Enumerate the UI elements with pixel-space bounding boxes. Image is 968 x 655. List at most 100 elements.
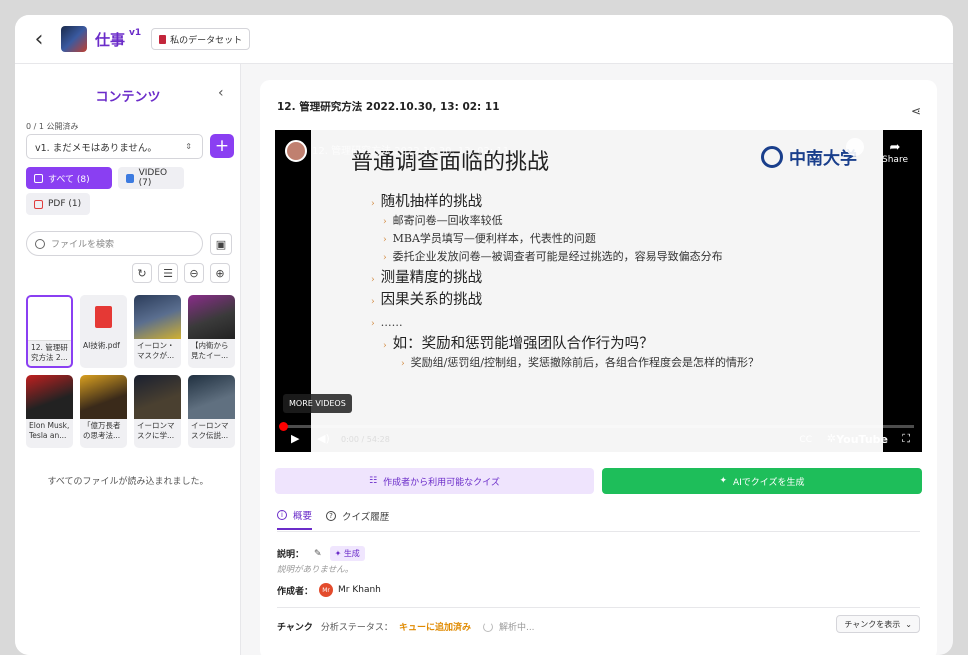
search-icon <box>35 238 45 249</box>
file-card[interactable]: 【内衛から見たイー... <box>188 295 235 368</box>
progress-handle[interactable] <box>279 422 288 431</box>
slide-line: › 邮寄问卷—回收率较低 <box>383 214 503 227</box>
image-search-icon[interactable]: ▣ <box>210 233 232 255</box>
university-logo: 中南大学 <box>761 144 857 169</box>
filter-all-label: すべて (8) <box>48 174 90 185</box>
slide-line: › 委托企业发放问卷—被调查者可能是经过挑选的，容易导致偏态分布 <box>383 250 723 263</box>
zoom-in-icon[interactable]: ⊕ <box>210 263 230 283</box>
description-text: 説明がありません。 <box>277 565 354 575</box>
file-card[interactable]: 「億万長者の思考法... <box>80 375 127 448</box>
add-memo-button[interactable]: + <box>210 134 234 158</box>
ai-quiz-button[interactable]: ✦ AIでクイズを生成 <box>602 468 922 494</box>
file-card[interactable]: イーロンマスクに学... <box>134 375 181 448</box>
show-chunks-button[interactable]: チャンクを表示 ⌄ <box>836 615 920 633</box>
settings-gear-icon[interactable]: ✲ <box>827 432 836 445</box>
loading-spinner-icon <box>482 621 493 632</box>
tab-quiz-history[interactable]: ? クイズ履歴 <box>326 508 389 530</box>
filter-pdf-label: PDF (1) <box>48 199 82 209</box>
file-thumbnail <box>28 297 71 341</box>
detail-tabs: i 概要 ? クイズ履歴 <box>277 508 403 530</box>
description-row: 説明： ✎ ✦ 生成 <box>277 546 365 561</box>
collapse-sidebar-icon[interactable]: ‹ <box>218 85 224 101</box>
volume-icon[interactable]: ◀) <box>317 432 330 445</box>
share-video-button[interactable]: ➦ Share <box>882 140 908 165</box>
file-card[interactable]: イーロン・マスクが... <box>134 295 181 368</box>
author-name[interactable]: Mr Khanh <box>338 585 381 595</box>
video-frame: 普通调查面临的挑战 中南大学 › 随机抽样的挑战 › 邮寄问卷—回收率较低 › MBA… <box>311 130 883 452</box>
tab-quiz-history-label: クイズ履歴 <box>342 512 390 523</box>
file-label: 【内衛から見たイー... <box>191 341 229 360</box>
tab-divider <box>277 531 920 532</box>
video-progress-bar[interactable] <box>279 422 914 431</box>
video-overlay-title[interactable]: 12. 管理研究方法 2022.10.30, 13: 02: 11 <box>312 142 509 157</box>
memo-select[interactable]: v1. まだメモはありません。 ⇕ <box>26 134 203 159</box>
file-label: 「億万長者の思考法... <box>83 421 121 440</box>
main-panel: 12. 管理研究方法 2022.10.30, 13: 02: 11 ⋖ 普通调查… <box>260 80 937 655</box>
filter-all-chip[interactable]: すべて (8) <box>26 167 112 189</box>
history-icon: ? <box>326 511 337 521</box>
memo-select-value: v1. まだメモはありません。 <box>35 142 157 154</box>
share-icon[interactable]: ⋖ <box>911 104 921 118</box>
generate-description-button[interactable]: ✦ 生成 <box>329 546 365 561</box>
tab-overview-label: 概要 <box>293 511 313 522</box>
sparkle-icon: ✦ <box>719 476 727 486</box>
zoom-out-icon[interactable]: ⊖ <box>184 263 204 283</box>
file-thumbnail <box>134 375 181 419</box>
content-sidebar: コンテンツ ‹ 0 / 1 公開済み v1. まだメモはありません。 ⇕ + す… <box>15 64 241 655</box>
file-thumbnail <box>134 295 181 339</box>
file-label: イーロンマスクに学... <box>137 421 175 440</box>
document-title: 12. 管理研究方法 2022.10.30, 13: 02: 11 <box>277 101 500 113</box>
author-quiz-button[interactable]: ☷ 作成者から利用可能なクイズ <box>275 468 594 494</box>
share-video-label: Share <box>882 155 908 165</box>
generate-label: 生成 <box>343 549 360 558</box>
author-row: 作成者： Mr Mr Khanh <box>277 583 381 597</box>
description-label: 説明： <box>277 550 305 560</box>
book-icon <box>159 34 167 44</box>
edit-icon[interactable]: ✎ <box>314 549 322 559</box>
analysis-status-label: 分析ステータス： <box>320 623 393 633</box>
slide-line: › 随机抽样的挑战 <box>371 194 483 210</box>
video-player[interactable]: 普通调查面临的挑战 中南大学 › 随机抽样的挑战 › 邮寄问卷—回收率较低 › MBA… <box>275 130 922 452</box>
copy-icon <box>34 173 43 183</box>
sidebar-title: コンテンツ <box>95 90 161 105</box>
published-count: 0 / 1 公開済み <box>26 122 79 131</box>
file-card[interactable]: Elon Musk, Tesla an... <box>26 375 73 448</box>
slide-line: › 如：奖励和惩罚能增强团队合作行为吗？ <box>383 336 654 352</box>
file-label: Elon Musk, Tesla an... <box>29 421 70 440</box>
back-icon[interactable]: ‹ <box>29 27 49 52</box>
list-icon: ☷ <box>369 476 378 486</box>
my-dataset-label: 私のデータセット <box>170 35 243 46</box>
tab-overview[interactable]: i 概要 <box>277 508 313 530</box>
share-arrow-icon: ➦ <box>889 140 901 155</box>
captions-icon[interactable]: CC <box>799 435 812 445</box>
file-card[interactable]: イーロンマスク伝説... <box>188 375 235 448</box>
analyzing-text: 解析中... <box>498 623 535 633</box>
more-videos-button[interactable]: MORE VIDEOS <box>283 394 352 413</box>
version-badge: v1 <box>129 28 142 38</box>
filter-pdf-chip[interactable]: PDF (1) <box>26 193 90 215</box>
pdf-icon <box>34 199 43 209</box>
file-card[interactable]: AI技術.pdf <box>80 295 127 368</box>
play-icon[interactable]: ▶ <box>291 432 299 445</box>
chevron-down-icon: ⌄ <box>905 619 912 629</box>
youtube-logo[interactable]: YouTube <box>836 433 888 446</box>
list-view-icon[interactable]: ☰ <box>158 263 178 283</box>
file-search-input[interactable]: ファイルを検索 <box>26 231 203 256</box>
ai-quiz-label: AIでクイズを生成 <box>733 477 805 488</box>
slide-line: › 奖励组/惩罚组/控制组，奖惩撤除前后，各组合作程度会是怎样的情形？ <box>401 356 760 369</box>
watch-later-icon[interactable] <box>846 138 864 156</box>
fullscreen-icon[interactable]: ⛶ <box>902 432 910 446</box>
app-frame: ‹ 仕事 v1 私のデータセット コンテンツ ‹ 0 / 1 公開済み v1. … <box>15 15 953 655</box>
info-icon: i <box>277 510 287 520</box>
file-thumbnail <box>188 295 235 339</box>
video-icon <box>126 173 134 183</box>
refresh-icon[interactable]: ↻ <box>132 263 152 283</box>
video-time: 0:00 / 54:28 <box>341 435 390 444</box>
show-chunks-label: チャンクを表示 <box>844 619 901 629</box>
seal-icon <box>761 145 783 168</box>
filter-video-chip[interactable]: VIDEO (7) <box>118 167 184 189</box>
my-dataset-button[interactable]: 私のデータセット <box>151 28 251 50</box>
channel-avatar[interactable] <box>285 140 307 162</box>
chunk-row: チャンク 分析ステータス： キューに追加済み 解析中... <box>277 620 535 633</box>
file-card[interactable]: 12. 管理研究方法 2... <box>26 295 73 368</box>
